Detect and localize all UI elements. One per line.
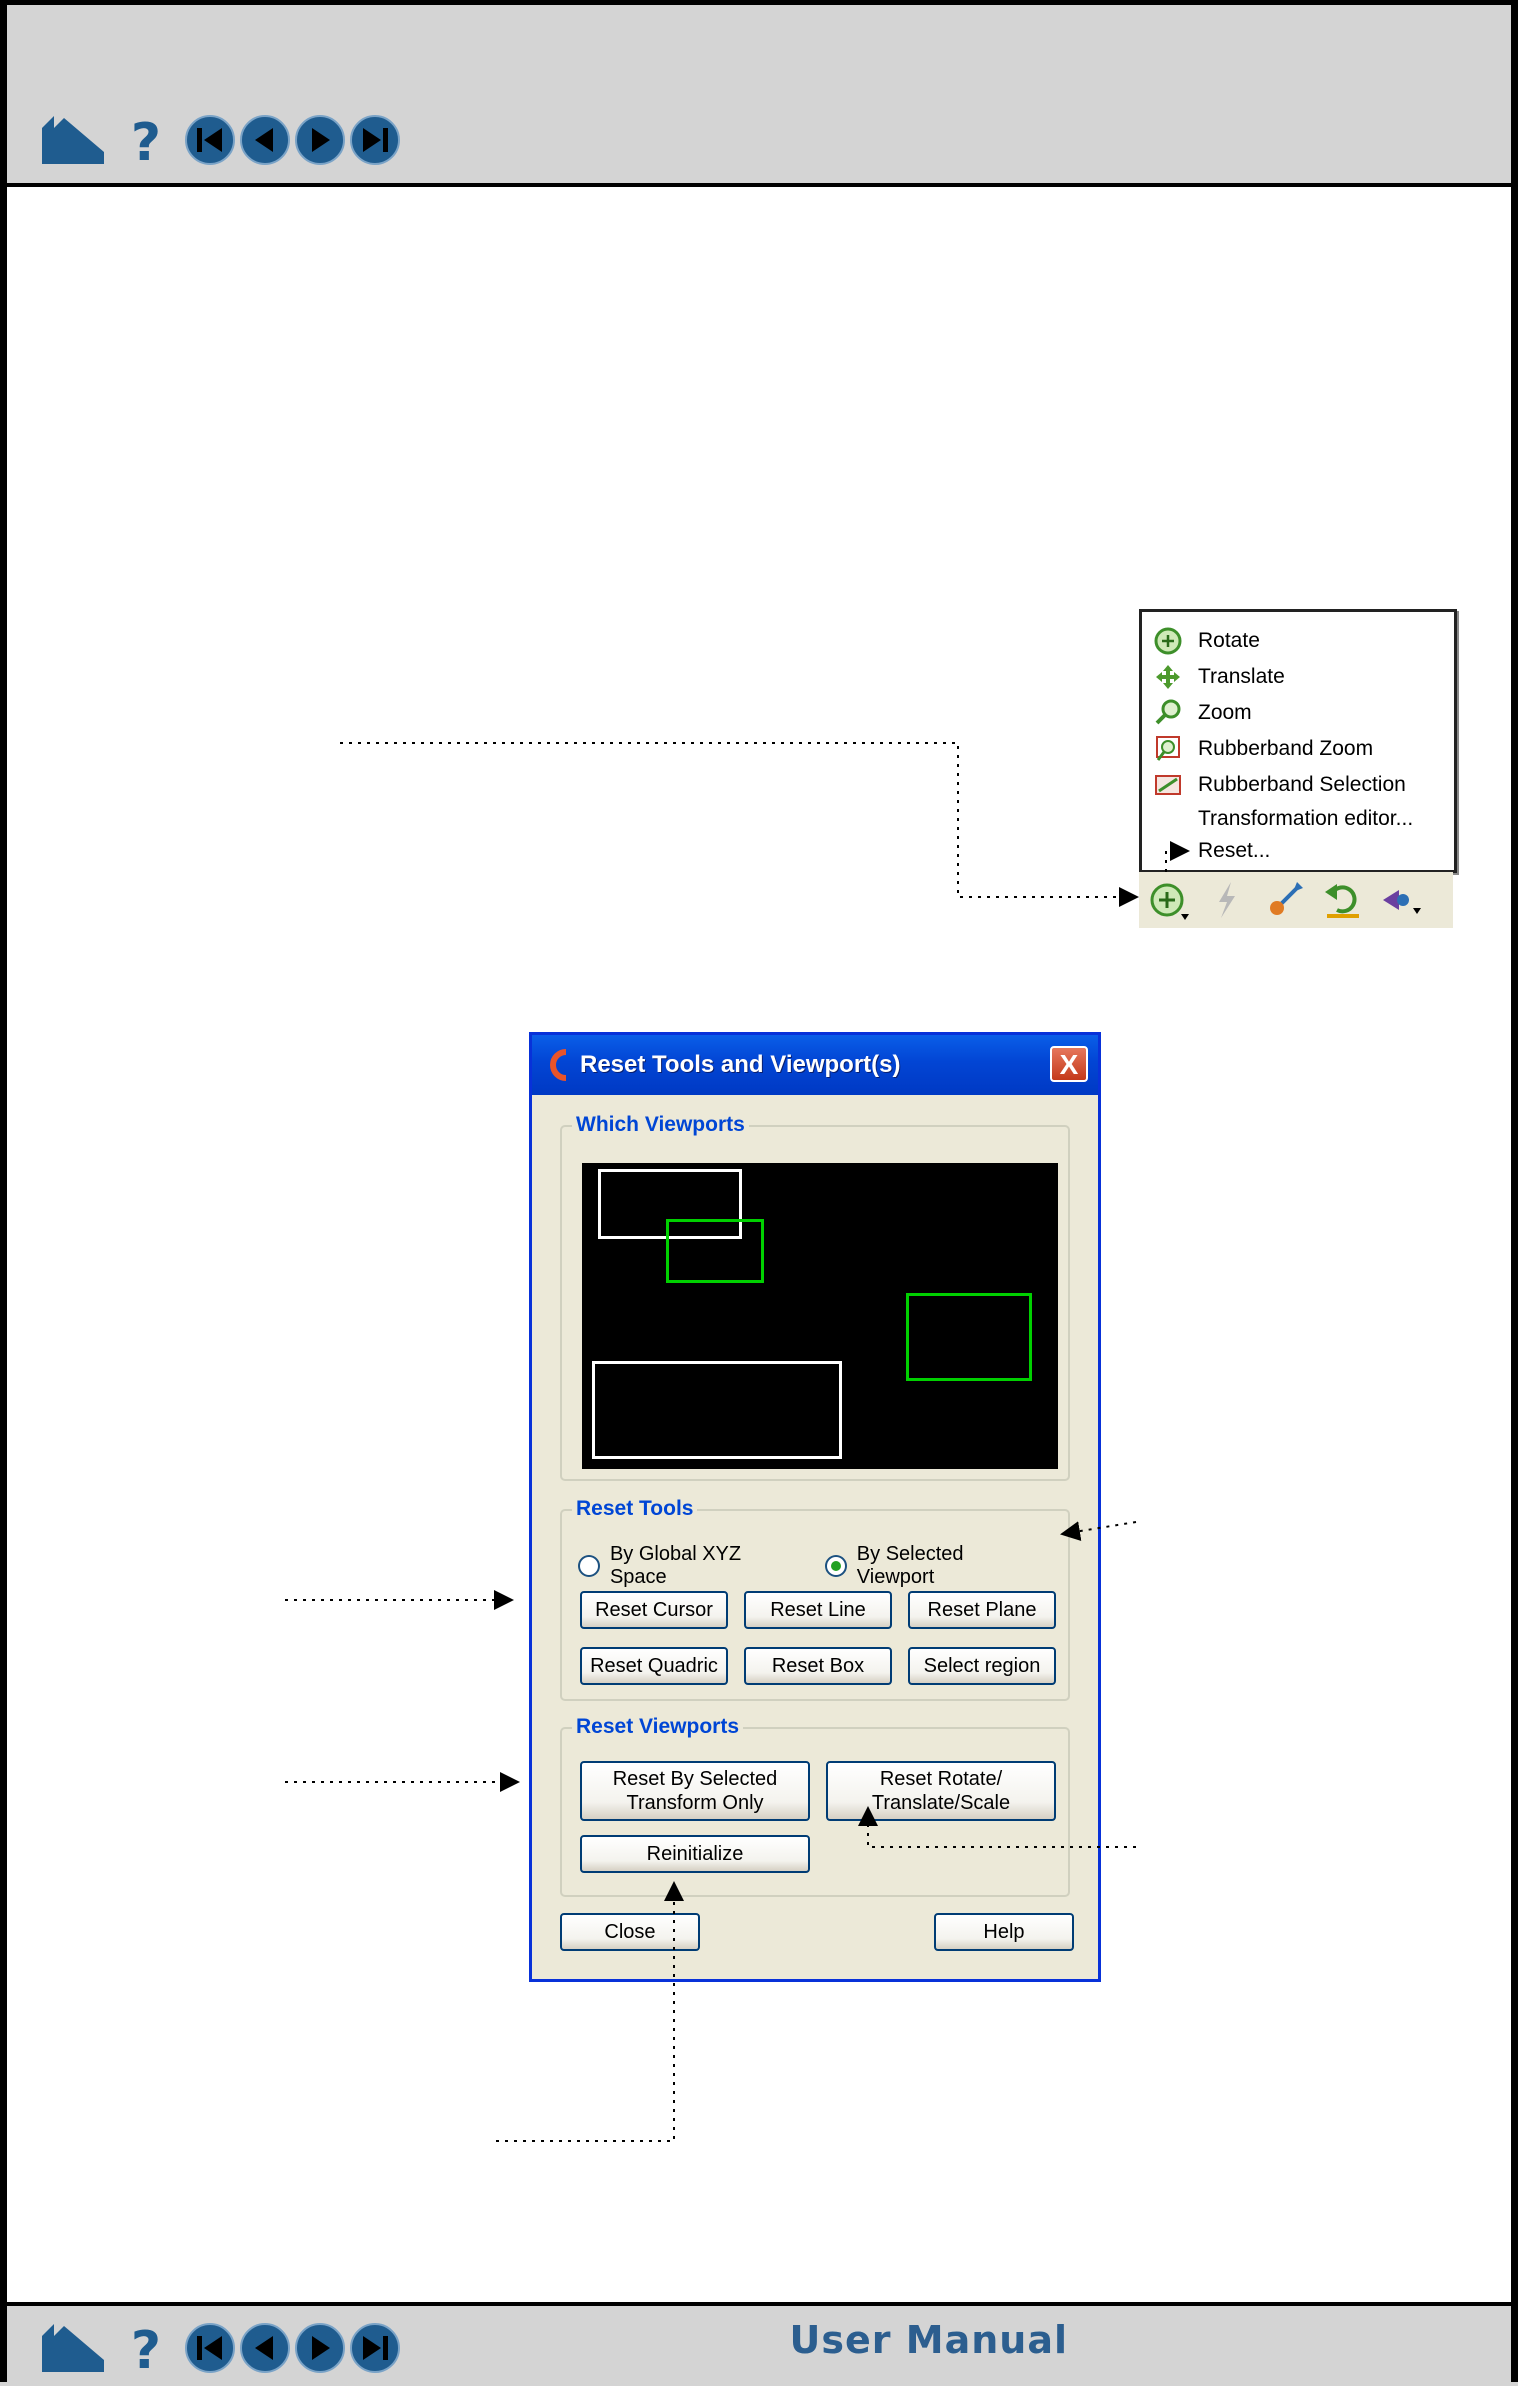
bottom-nav-bar: ? <box>38 2320 404 2376</box>
menu-item-label: Reset... <box>1198 839 1271 862</box>
scale-tool-icon[interactable] <box>1263 878 1307 922</box>
coordinate-radio-group: By Global XYZ Space By Selected Viewport <box>578 1543 1068 1589</box>
viewport-rect[interactable] <box>906 1293 1032 1381</box>
previous-page-icon[interactable] <box>239 114 291 166</box>
menu-item-transformation-editor[interactable]: Transformation editor... <box>1142 802 1454 836</box>
radio-global-xyz[interactable] <box>578 1555 600 1577</box>
help-icon[interactable]: ? <box>126 2320 166 2376</box>
menu-item-rubberband-selection[interactable]: Rubberband Selection <box>1142 768 1454 802</box>
last-page-icon[interactable] <box>349 2322 401 2374</box>
next-page-icon[interactable] <box>294 2322 346 2374</box>
menu-item-translate[interactable]: Translate <box>1142 660 1454 694</box>
radio-selected-viewport[interactable] <box>824 1555 847 1577</box>
reset-viewports-group: Reset Viewports Reset By Selected Transf… <box>560 1715 1070 1897</box>
reinitialize-button[interactable]: Reinitialize <box>580 1835 810 1873</box>
dialog-title: Reset Tools and Viewport(s) <box>580 1051 901 1078</box>
transform-toolbar <box>1139 872 1453 928</box>
close-button[interactable]: Close <box>560 1913 700 1951</box>
close-icon[interactable]: X <box>1050 1046 1088 1082</box>
menu-item-label: Translate <box>1198 665 1285 688</box>
svg-text:?: ? <box>131 113 161 168</box>
translate-icon <box>1152 661 1184 693</box>
menu-item-rotate[interactable]: Rotate <box>1142 624 1454 658</box>
app-logo-icon <box>550 1049 567 1081</box>
home-icon[interactable] <box>38 2320 108 2376</box>
home-icon[interactable] <box>38 112 108 168</box>
help-icon[interactable]: ? <box>126 112 166 168</box>
menu-item-reset[interactable]: Reset... <box>1142 834 1454 868</box>
reset-plane-button[interactable]: Reset Plane <box>908 1591 1056 1629</box>
radio-global-xyz-label: By Global XYZ Space <box>609 1543 742 1588</box>
menu-item-label: Rubberband Selection <box>1198 773 1406 796</box>
reset-tools-dialog: Reset Tools and Viewport(s) X Which View… <box>529 1032 1101 1982</box>
reset-box-button[interactable]: Reset Box <box>744 1647 892 1685</box>
next-page-icon[interactable] <box>294 114 346 166</box>
last-page-icon[interactable] <box>349 114 401 166</box>
menu-item-label: Transformation editor... <box>1198 807 1414 830</box>
radio-selected-viewport-label: By Selected Viewport <box>856 1543 964 1588</box>
rotate-icon <box>1152 625 1184 657</box>
menu-item-zoom[interactable]: Zoom <box>1142 696 1454 730</box>
lightning-icon[interactable] <box>1205 878 1249 922</box>
which-viewports-label: Which Viewports <box>572 1113 749 1137</box>
first-page-icon[interactable] <box>184 114 236 166</box>
rubberband-selection-icon <box>1152 769 1184 801</box>
reset-rotate-translate-scale-button[interactable]: Reset Rotate/ Translate/Scale <box>826 1761 1056 1821</box>
reset-tools-group: Reset Tools By Global XYZ Space By Selec… <box>560 1497 1070 1701</box>
reset-viewports-label: Reset Viewports <box>572 1715 744 1739</box>
zoom-icon <box>1152 697 1184 729</box>
first-page-icon[interactable] <box>184 2322 236 2374</box>
reset-tools-label: Reset Tools <box>572 1497 698 1521</box>
reset-by-selected-button[interactable]: Reset By Selected Transform Only <box>580 1761 810 1821</box>
help-button[interactable]: Help <box>934 1913 1074 1951</box>
transform-context-menu: Rotate Translate Zoom Rubberband Zoom Ru… <box>1139 609 1457 873</box>
menu-item-label: Zoom <box>1198 701 1252 724</box>
radio-selected-dot <box>830 1561 841 1571</box>
rotate-tool-icon[interactable] <box>1147 878 1191 922</box>
menu-item-label: Rotate <box>1198 629 1260 652</box>
right-border <box>1511 0 1518 2382</box>
viewport-map[interactable] <box>582 1163 1058 1469</box>
previous-page-icon[interactable] <box>239 2322 291 2374</box>
top-border <box>0 0 1518 5</box>
footer-title: User Manual <box>789 2318 1068 2362</box>
undo-transform-icon[interactable] <box>1321 878 1365 922</box>
left-border <box>0 0 7 2382</box>
menu-item-rubberband-zoom[interactable]: Rubberband Zoom <box>1142 732 1454 766</box>
reset-line-button[interactable]: Reset Line <box>744 1591 892 1629</box>
top-nav-bar: ? <box>38 112 404 168</box>
reset-quadric-button[interactable]: Reset Quadric <box>580 1647 728 1685</box>
rubberband-zoom-icon <box>1152 733 1184 765</box>
reset-cursor-button[interactable]: Reset Cursor <box>580 1591 728 1629</box>
which-viewports-group: Which Viewports <box>560 1113 1070 1481</box>
svg-text:?: ? <box>131 2321 161 2376</box>
select-region-button[interactable]: Select region <box>908 1647 1056 1685</box>
menu-item-label: Rubberband Zoom <box>1198 737 1374 760</box>
dialog-titlebar[interactable]: Reset Tools and Viewport(s) X <box>532 1035 1098 1095</box>
view-selector-icon[interactable] <box>1379 878 1423 922</box>
viewport-rect[interactable] <box>592 1361 842 1459</box>
viewport-rect[interactable] <box>666 1219 764 1283</box>
